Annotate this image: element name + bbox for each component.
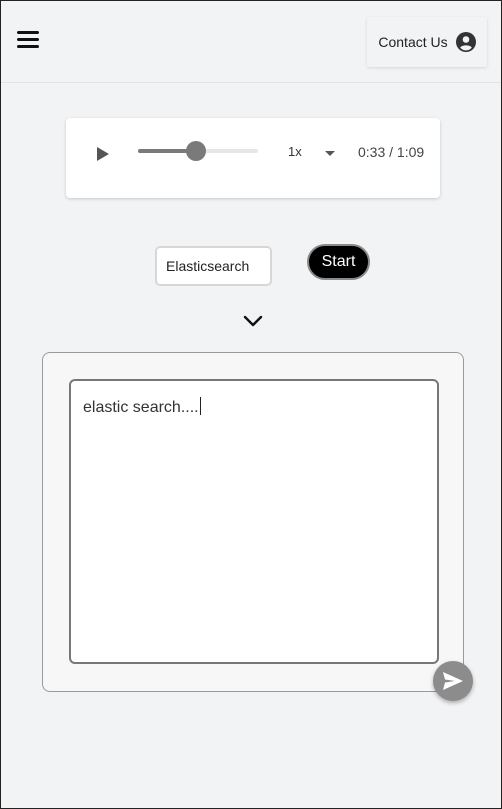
audio-player: 1x 0:33 / 1:09 — [66, 118, 440, 198]
playback-speed-select[interactable]: 1x — [288, 144, 302, 159]
contact-us-label: Contact Us — [378, 34, 448, 50]
send-button[interactable] — [433, 661, 473, 701]
contact-us-button[interactable]: Contact Us — [367, 17, 487, 67]
slider-thumb[interactable] — [185, 141, 206, 161]
transcript-card: elastic search.... — [42, 352, 464, 692]
play-icon — [97, 147, 109, 161]
user-circle-icon — [455, 32, 476, 52]
transcript-text: elastic search.... — [83, 399, 199, 416]
transcript-textarea[interactable]: elastic search.... — [69, 379, 439, 664]
start-button[interactable]: Start — [307, 244, 370, 280]
expand-toggle[interactable] — [242, 313, 264, 329]
chevron-down-icon — [243, 315, 263, 327]
text-cursor — [199, 397, 201, 415]
play-button[interactable] — [96, 146, 110, 162]
audio-progress-slider[interactable] — [138, 140, 258, 162]
time-display: 0:33 / 1:09 — [358, 144, 425, 160]
send-icon — [443, 672, 463, 690]
caret-down-icon[interactable] — [325, 151, 335, 156]
search-input[interactable] — [155, 246, 272, 286]
top-bar: Contact Us — [1, 1, 501, 83]
hamburger-menu-icon[interactable] — [17, 31, 39, 51]
